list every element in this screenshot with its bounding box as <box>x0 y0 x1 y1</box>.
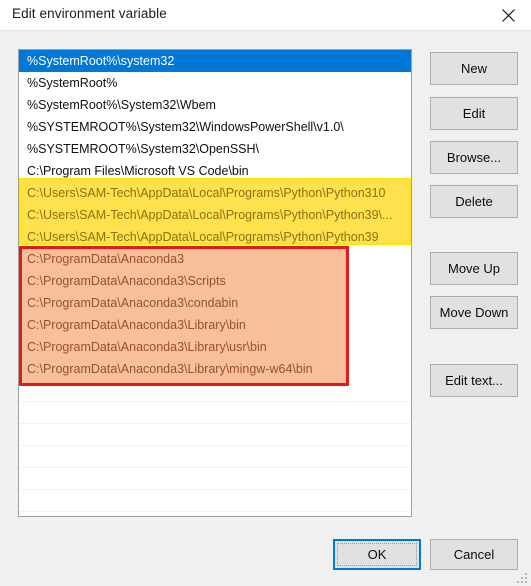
edit-environment-variable-dialog: Edit environment variable %SystemRoot%\s… <box>0 0 531 586</box>
list-item[interactable] <box>19 314 411 336</box>
list-item[interactable]: %SystemRoot%\system32 <box>19 50 411 72</box>
close-icon[interactable] <box>486 0 531 30</box>
ok-button[interactable]: OK <box>333 539 421 570</box>
list-item[interactable] <box>19 182 411 204</box>
move-up-button[interactable]: Move Up <box>430 252 518 285</box>
list-item-empty[interactable] <box>19 424 411 446</box>
list-item-empty[interactable] <box>19 468 411 490</box>
list-item[interactable] <box>19 292 411 314</box>
new-button[interactable]: New <box>430 52 518 85</box>
list-item-empty[interactable] <box>19 446 411 468</box>
resize-grip-icon[interactable] <box>516 572 528 584</box>
path-list[interactable]: %SystemRoot%\system32 %SystemRoot% %System… <box>18 49 412 517</box>
cancel-button[interactable]: Cancel <box>430 539 518 570</box>
delete-button[interactable]: Delete <box>430 185 518 218</box>
title-bar: Edit environment variable <box>0 0 531 31</box>
list-item[interactable]: C:\Program Files\Microsoft VS Code\bin <box>19 160 411 182</box>
list-item[interactable] <box>19 226 411 248</box>
ok-button-label: OK <box>367 547 387 562</box>
list-item-empty[interactable] <box>19 402 411 424</box>
list-item[interactable] <box>19 358 411 380</box>
list-item[interactable]: %SystemRoot% <box>19 72 411 94</box>
list-item[interactable]: %SYSTEMROOT%\System32\OpenSSH\ <box>19 138 411 160</box>
list-item[interactable]: %SystemRoot%\System32\Wbem <box>19 94 411 116</box>
list-item[interactable] <box>19 270 411 292</box>
list-item[interactable] <box>19 248 411 270</box>
edit-text-button[interactable]: Edit text... <box>430 364 518 397</box>
edit-button[interactable]: Edit <box>430 97 518 130</box>
browse-button[interactable]: Browse... <box>430 141 518 174</box>
list-item-empty[interactable] <box>19 380 411 402</box>
list-item[interactable] <box>19 204 411 226</box>
path-list-rows: %SystemRoot%\system32 %SystemRoot% %System… <box>19 50 411 512</box>
list-item[interactable] <box>19 336 411 358</box>
move-down-button[interactable]: Move Down <box>430 296 518 329</box>
page-title: Edit environment variable <box>12 6 167 21</box>
list-item-empty[interactable] <box>19 490 411 512</box>
list-item[interactable]: %SYSTEMROOT%\System32\WindowsPowerShell\… <box>19 116 411 138</box>
